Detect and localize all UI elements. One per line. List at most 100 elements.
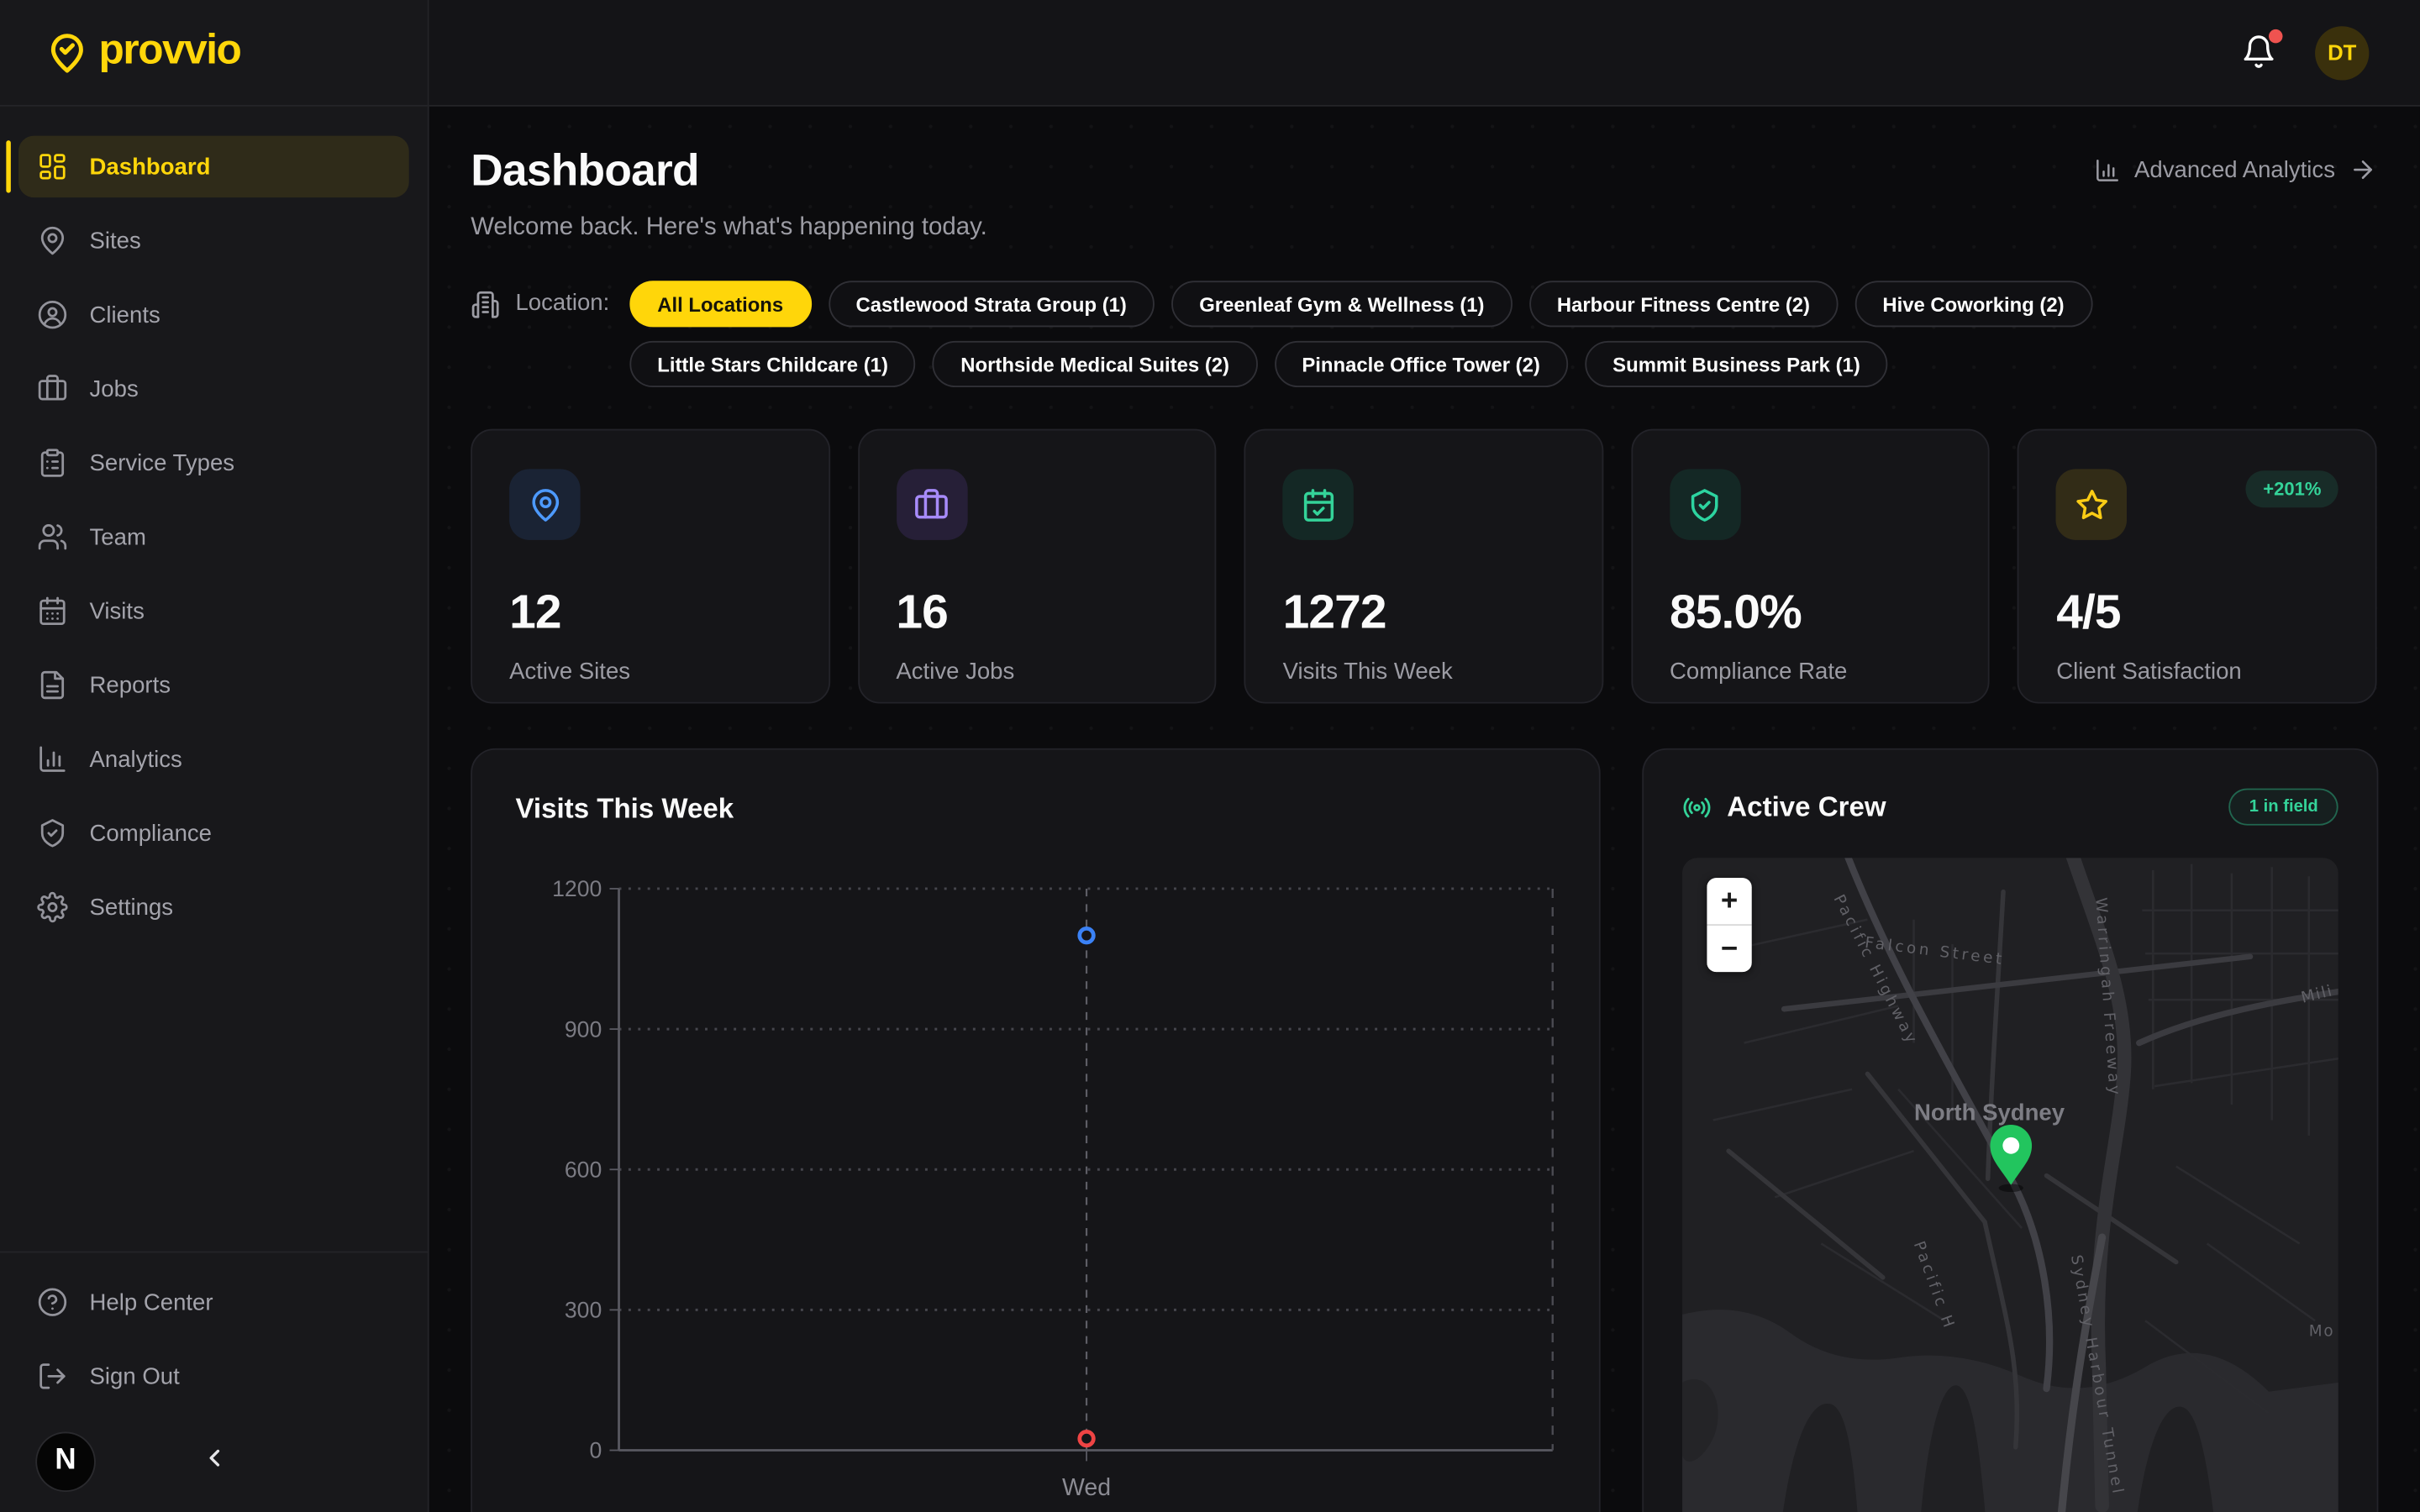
sidebar-item-dashboard[interactable]: Dashboard xyxy=(18,136,409,197)
sidebar-item-label: Sign Out xyxy=(90,1363,180,1389)
sidebar-item-label: Team xyxy=(90,524,146,550)
sidebar-item-compliance[interactable]: Compliance xyxy=(18,802,409,864)
location-chip-castlewood-strata-group-1[interactable]: Castlewood Strata Group (1) xyxy=(828,281,1155,327)
app-window: provvio Dashboard Sites Clients Jobs Service… xyxy=(0,0,2420,1512)
location-chip-all-locations[interactable]: All Locations xyxy=(629,281,811,327)
svg-text:300: 300 xyxy=(565,1298,602,1323)
stat-label: Active Sites xyxy=(509,659,791,685)
sidebar-item-analytics[interactable]: Analytics xyxy=(18,728,409,790)
clipboard-list-icon xyxy=(37,448,68,479)
stat-label: Visits This Week xyxy=(1283,659,1565,685)
sidebar-item-label: Compliance xyxy=(90,820,213,846)
sidebar-item-label: Reports xyxy=(90,672,171,698)
location-chip-northside-medical-suites-2[interactable]: Northside Medical Suites (2) xyxy=(933,341,1257,387)
stat-card-client-satisfaction: +201%4/5Client Satisfaction xyxy=(2018,429,2376,704)
location-chip-harbour-fitness-centre-2[interactable]: Harbour Fitness Centre (2) xyxy=(1529,281,1838,327)
active-crew-card: Active Crew 1 in field xyxy=(1642,748,2378,1512)
shield-check-icon xyxy=(1670,469,1740,539)
users-icon xyxy=(37,522,68,553)
sidebar-item-reports[interactable]: Reports xyxy=(18,654,409,716)
gear-icon xyxy=(37,892,68,923)
collapse-sidebar-button[interactable] xyxy=(200,1445,228,1473)
location-chip-greenleaf-gym-wellness-1[interactable]: Greenleaf Gym & Wellness (1) xyxy=(1171,281,1512,327)
map-zoom-control: + − xyxy=(1707,878,1751,972)
sidebar-item-label: Settings xyxy=(90,894,174,920)
sidebar-footer: Help Center Sign Out N xyxy=(0,1252,428,1512)
crew-in-field-badge: 1 in field xyxy=(2229,789,2338,826)
user-circle-icon xyxy=(37,299,68,330)
location-chip-hive-coworking-2[interactable]: Hive Coworking (2) xyxy=(1854,281,2091,327)
sidebar-item-label: Help Center xyxy=(90,1289,213,1315)
sidebar: provvio Dashboard Sites Clients Jobs Service… xyxy=(0,0,429,1512)
dashboard-content: Dashboard Welcome back. Here's what's ha… xyxy=(429,107,2420,1512)
sidebar-item-label: Clients xyxy=(90,302,160,328)
page-header: Dashboard Welcome back. Here's what's ha… xyxy=(471,146,2376,242)
radio-signal-icon xyxy=(1682,792,1712,822)
crew-card-header: Active Crew 1 in field xyxy=(1682,789,2338,826)
stat-card-active-sites: 12Active Sites xyxy=(471,429,829,704)
briefcase-icon xyxy=(896,469,966,539)
location-chip-summit-business-park-1[interactable]: Summit Business Park (1) xyxy=(1585,341,1888,387)
stat-trend-badge: +201% xyxy=(2246,470,2338,507)
location-filter-label: Location: xyxy=(515,290,609,316)
visits-chart: 03006009001200Wed xyxy=(515,844,1555,1512)
advanced-analytics-link[interactable]: Advanced Analytics xyxy=(2094,156,2376,184)
sidebar-item-label: Jobs xyxy=(90,375,139,402)
star-icon xyxy=(2056,469,2127,539)
sidebar-item-label: Visits xyxy=(90,598,145,624)
sidebar-item-service-types[interactable]: Service Types xyxy=(18,432,409,493)
stat-card-visits-this-week: 1272 Visits This Week xyxy=(1244,429,1603,704)
stat-card-compliance-rate: 85.0%Compliance Rate xyxy=(1631,429,1990,704)
stat-value: 1272 xyxy=(1283,585,1565,640)
bar-chart-icon xyxy=(37,743,68,774)
unread-notification-dot xyxy=(2269,29,2283,44)
stat-value: 85.0% xyxy=(1670,585,1951,640)
location-filter-row: Location: All Locations Castlewood Strata… xyxy=(471,281,2376,387)
street-label-mo: Mo xyxy=(2309,1323,2335,1341)
sign-out-button[interactable]: Sign Out xyxy=(18,1346,409,1407)
map-zoom-in-button[interactable]: + xyxy=(1707,878,1751,924)
sidebar-item-label: Service Types xyxy=(90,449,235,475)
crew-map[interactable]: Falcon StreetPacific HighwayWarringah Fr… xyxy=(1682,858,2338,1512)
visits-chart-card: Visits This Week 03006009001200Wed xyxy=(471,748,1600,1512)
arrow-right-icon xyxy=(2349,156,2377,184)
svg-text:600: 600 xyxy=(565,1157,602,1182)
location-chip-little-stars-childcare-1[interactable]: Little Stars Childcare (1) xyxy=(629,341,916,387)
stat-value: 4/5 xyxy=(2056,585,2338,640)
map-canvas: Falcon StreetPacific HighwayWarringah Fr… xyxy=(1682,858,2338,1512)
sidebar-item-settings[interactable]: Settings xyxy=(18,876,409,937)
user-avatar[interactable]: DT xyxy=(2315,25,2369,79)
sidebar-item-sites[interactable]: Sites xyxy=(18,210,409,271)
building-icon xyxy=(471,290,500,319)
data-point-series-blue[interactable] xyxy=(1080,928,1094,942)
data-point-series-red[interactable] xyxy=(1080,1431,1094,1446)
log-out-icon xyxy=(37,1361,68,1392)
top-bar: DT xyxy=(429,0,2420,107)
sidebar-item-label: Analytics xyxy=(90,746,182,772)
sidebar-item-jobs[interactable]: Jobs xyxy=(18,358,409,419)
sidebar-item-team[interactable]: Team xyxy=(18,506,409,567)
sidebar-item-label: Dashboard xyxy=(90,154,211,180)
help-center-button[interactable]: Help Center xyxy=(18,1271,409,1332)
bar-chart-icon xyxy=(2094,156,2120,182)
brand-name: provvio xyxy=(99,29,241,76)
stat-card-active-jobs: 16Active Jobs xyxy=(857,429,1216,704)
visits-chart-svg: 03006009001200Wed xyxy=(515,844,1559,1512)
map-zoom-out-button[interactable]: − xyxy=(1707,926,1751,972)
map-place-label: North Sydney xyxy=(1914,1099,2065,1125)
page-subtitle: Welcome back. Here's what's happening to… xyxy=(471,214,987,242)
brand-logo[interactable]: provvio xyxy=(0,0,428,107)
location-chip-pinnacle-office-tower-2[interactable]: Pinnacle Office Tower (2) xyxy=(1274,341,1568,387)
sidebar-item-clients[interactable]: Clients xyxy=(18,284,409,345)
sidebar-item-visits[interactable]: Visits xyxy=(18,580,409,642)
location-chips: All Locations Castlewood Strata Group (1)… xyxy=(629,281,2376,387)
calendar-days-icon xyxy=(37,596,68,627)
map-pin-icon xyxy=(509,469,580,539)
workspace-avatar[interactable]: N xyxy=(37,1432,94,1489)
sidebar-nav: Dashboard Sites Clients Jobs Service Types Te… xyxy=(0,107,428,951)
svg-text:Wed: Wed xyxy=(1062,1474,1111,1501)
bell-icon xyxy=(2241,50,2276,76)
notifications-button[interactable] xyxy=(2241,34,2278,71)
brand-pin-check-icon xyxy=(46,32,88,74)
svg-text:1200: 1200 xyxy=(552,876,602,901)
